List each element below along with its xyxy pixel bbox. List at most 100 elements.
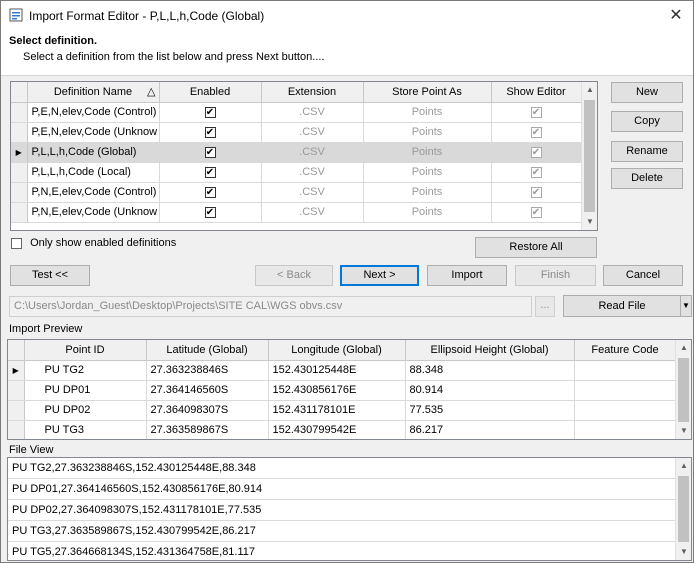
preview-scrollbar[interactable]: ▲ ▼ [675, 340, 691, 439]
definition-name-cell[interactable]: P,E,N,elev,Code (Control) [27, 102, 160, 123]
longitude-cell[interactable]: 152.430856176E [268, 380, 406, 401]
row-header[interactable] [11, 122, 28, 143]
longitude-cell[interactable]: 152.431178101E [268, 400, 406, 421]
preview-row[interactable]: PU TG3 27.363589867S 152.430799542E 86.217 [8, 420, 677, 439]
file-view-scroll-thumb[interactable] [678, 476, 689, 542]
scroll-thumb[interactable] [584, 100, 595, 212]
file-view-scrollbar[interactable]: ▲ ▼ [675, 458, 691, 560]
ellipsoid-height-cell[interactable]: 80.914 [405, 380, 575, 401]
enabled-cell[interactable]: ✔ [159, 122, 262, 143]
back-button[interactable]: < Back [255, 265, 333, 286]
ellipsoid-height-cell[interactable]: 77.535 [405, 400, 575, 421]
import-button[interactable]: Import [427, 265, 507, 286]
longitude-cell[interactable]: 152.430125448E [268, 360, 406, 381]
definition-name-cell[interactable]: P,L,L,h,Code (Global) [27, 142, 160, 163]
finish-button[interactable]: Finish [515, 265, 596, 286]
browse-button[interactable]: ... [535, 296, 555, 317]
enabled-cell[interactable]: ✔ [159, 102, 262, 123]
preview-row[interactable]: PU DP02 27.364098307S 152.431178101E 77.535 [8, 400, 677, 421]
definition-row[interactable]: P,N,E,elev,Code (Unknow ✔ .CSV Points ✔ [11, 202, 582, 223]
preview-row-header[interactable] [8, 420, 25, 439]
definition-row[interactable]: P,E,N,elev,Code (Control) ✔ .CSV Points ✔ [11, 102, 582, 123]
row-header[interactable] [11, 202, 28, 223]
preview-scroll-thumb[interactable] [678, 358, 689, 422]
close-icon[interactable]: ✕ [665, 5, 687, 27]
new-button[interactable]: New [611, 82, 683, 103]
point-id-cell[interactable]: PU TG3 [24, 420, 147, 439]
latitude-cell[interactable]: 27.364098307S [146, 400, 269, 421]
definition-row[interactable]: P,L,L,h,Code (Local) ✔ .CSV Points ✔ [11, 162, 582, 183]
read-file-button[interactable]: Read File [563, 295, 681, 317]
chevron-down-icon[interactable]: ▼ [680, 295, 692, 317]
definition-row[interactable]: P,E,N,elev,Code (Unknow ✔ .CSV Points ✔ [11, 122, 582, 143]
definition-row[interactable]: P,N,E,elev,Code (Control) ✔ .CSV Points ✔ [11, 182, 582, 203]
col-store-point-as[interactable]: Store Point As [363, 82, 492, 103]
col-longitude[interactable]: Longitude (Global) [268, 340, 406, 361]
import-preview-grid[interactable]: Point ID Latitude (Global) Longitude (Gl… [7, 339, 692, 440]
preview-row-header[interactable]: ▶ [8, 360, 25, 381]
file-view-scroll-down-icon[interactable]: ▼ [676, 544, 691, 560]
only-enabled-option[interactable]: Only show enabled definitions [11, 237, 176, 249]
row-header[interactable] [11, 102, 28, 123]
preview-row-header[interactable] [8, 400, 25, 421]
col-latitude[interactable]: Latitude (Global) [146, 340, 269, 361]
feature-code-cell[interactable] [574, 380, 677, 401]
longitude-cell[interactable]: 152.430799542E [268, 420, 406, 439]
scroll-up-icon[interactable]: ▲ [582, 82, 597, 98]
col-enabled[interactable]: Enabled [159, 82, 262, 103]
preview-row[interactable]: PU DP01 27.364146560S 152.430856176E 80.914 [8, 380, 677, 401]
definition-name-cell[interactable]: P,N,E,elev,Code (Unknow [27, 202, 160, 223]
enabled-checkbox[interactable]: ✔ [204, 146, 216, 158]
rename-button[interactable]: Rename [611, 141, 683, 162]
file-path-field[interactable]: C:\Users\Jordan_Guest\Desktop\Projects\S… [9, 296, 532, 317]
point-id-cell[interactable]: PU DP02 [24, 400, 147, 421]
col-show-editor[interactable]: Show Editor [491, 82, 582, 103]
test-button[interactable]: Test << [10, 265, 90, 286]
enabled-cell[interactable]: ✔ [159, 162, 262, 183]
ellipsoid-height-cell[interactable]: 88.348 [405, 360, 575, 381]
file-view-pane[interactable]: PU TG2,27.363238846S,152.430125448E,88.3… [7, 457, 692, 561]
copy-button[interactable]: Copy [611, 111, 683, 132]
cancel-button[interactable]: Cancel [603, 265, 683, 286]
definition-name-cell[interactable]: P,L,L,h,Code (Local) [27, 162, 160, 183]
col-point-id[interactable]: Point ID [24, 340, 147, 361]
enabled-cell[interactable]: ✔ [159, 142, 262, 163]
row-header[interactable] [11, 162, 28, 183]
latitude-cell[interactable]: 27.364146560S [146, 380, 269, 401]
preview-scroll-up-icon[interactable]: ▲ [676, 340, 691, 356]
col-extension[interactable]: Extension [261, 82, 364, 103]
ellipsoid-height-cell[interactable]: 86.217 [405, 420, 575, 439]
col-feature-code[interactable]: Feature Code [574, 340, 677, 361]
col-ellipsoid-height[interactable]: Ellipsoid Height (Global) [405, 340, 575, 361]
row-header[interactable]: ▶ [11, 142, 28, 163]
latitude-cell[interactable]: 27.363589867S [146, 420, 269, 439]
definitions-scrollbar[interactable]: ▲ ▼ [581, 82, 597, 230]
enabled-checkbox[interactable]: ✔ [204, 206, 216, 218]
enabled-checkbox[interactable]: ✔ [204, 126, 216, 138]
scroll-down-icon[interactable]: ▼ [582, 214, 597, 230]
enabled-cell[interactable]: ✔ [159, 202, 262, 223]
definition-name-cell[interactable]: P,E,N,elev,Code (Unknow [27, 122, 160, 143]
definitions-grid[interactable]: Definition Name △ Enabled Extension Stor… [10, 81, 598, 231]
enabled-checkbox[interactable]: ✔ [204, 106, 216, 118]
only-enabled-checkbox[interactable] [11, 237, 22, 249]
feature-code-cell[interactable] [574, 360, 677, 381]
enabled-checkbox[interactable]: ✔ [204, 166, 216, 178]
delete-button[interactable]: Delete [611, 168, 683, 189]
definition-name-cell[interactable]: P,N,E,elev,Code (Control) [27, 182, 160, 203]
preview-row-header[interactable] [8, 380, 25, 401]
feature-code-cell[interactable] [574, 420, 677, 439]
enabled-cell[interactable]: ✔ [159, 182, 262, 203]
preview-scroll-down-icon[interactable]: ▼ [676, 423, 691, 439]
preview-row[interactable]: ▶ PU TG2 27.363238846S 152.430125448E 88.348 [8, 360, 677, 381]
enabled-checkbox[interactable]: ✔ [204, 186, 216, 198]
file-view-scroll-up-icon[interactable]: ▲ [676, 458, 691, 474]
point-id-cell[interactable]: PU TG2 [24, 360, 147, 381]
restore-all-button[interactable]: Restore All [475, 237, 597, 258]
feature-code-cell[interactable] [574, 400, 677, 421]
latitude-cell[interactable]: 27.363238846S [146, 360, 269, 381]
col-definition-name[interactable]: Definition Name △ [27, 82, 160, 103]
next-button[interactable]: Next > [340, 265, 419, 286]
point-id-cell[interactable]: PU DP01 [24, 380, 147, 401]
row-header[interactable] [11, 182, 28, 203]
